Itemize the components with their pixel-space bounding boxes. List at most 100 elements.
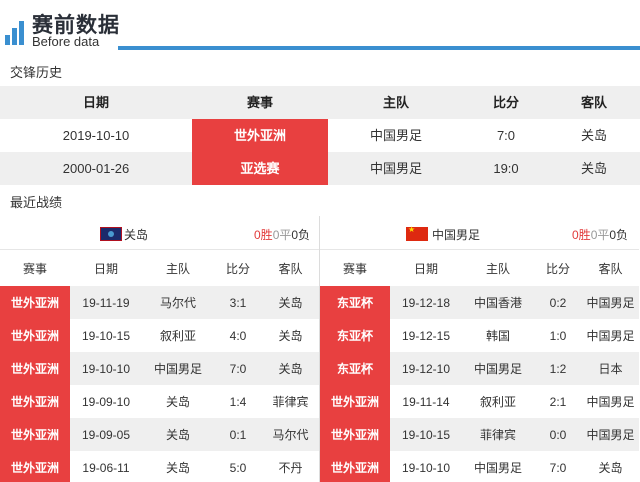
column-header-away: 客队 xyxy=(598,262,623,276)
match-date: 19-10-15 xyxy=(401,427,451,442)
column-header-score: 比分 xyxy=(492,95,519,110)
away-team: 关岛 xyxy=(278,329,303,343)
competition-badge: 世外亚洲 xyxy=(0,451,70,482)
away-team: 关岛 xyxy=(580,161,607,176)
table-row[interactable]: 2019-10-10 世外亚洲 中国男足 7:0 关岛 xyxy=(0,119,640,152)
match-score: 19:0 xyxy=(493,161,519,176)
column-header-date: 日期 xyxy=(413,262,438,276)
column-header-competition: 赛事 xyxy=(246,95,273,110)
column-header-competition: 赛事 xyxy=(342,262,367,276)
home-team: 中国香港 xyxy=(473,296,522,310)
competition-badge: 世外亚洲 xyxy=(0,352,70,385)
column-header-date: 日期 xyxy=(82,95,109,110)
table-row[interactable]: 世外亚洲 19-10-10 中国男足 7:0 关岛 xyxy=(0,352,319,385)
table-row[interactable]: 世外亚洲 19-11-19 马尔代 3:1 关岛 xyxy=(0,286,319,319)
competition-badge: 亚选赛 xyxy=(192,152,328,185)
match-score: 1:2 xyxy=(549,361,567,376)
wins-count: 0胜 xyxy=(572,228,591,242)
recent-table-header: 赛事 日期 主队 比分 客队 xyxy=(320,251,639,286)
table-row[interactable]: 世外亚洲 19-11-14 叙利亚 2:1 中国男足 xyxy=(320,385,639,418)
competition-badge: 世外亚洲 xyxy=(320,451,390,482)
losses-count: 0负 xyxy=(291,228,311,242)
column-header-score: 比分 xyxy=(545,262,570,276)
match-score: 1:0 xyxy=(549,328,567,343)
match-date: 19-09-10 xyxy=(81,394,131,409)
home-team: 关岛 xyxy=(165,395,190,409)
history-table: 日期 赛事 主队 比分 客队 2019-10-10 世外亚洲 中国男足 7:0 … xyxy=(0,86,640,185)
match-score: 4:0 xyxy=(229,328,247,343)
column-header-home: 主队 xyxy=(382,95,409,110)
table-row[interactable]: 世外亚洲 19-10-15 菲律宾 0:0 中国男足 xyxy=(320,418,639,451)
team-record: 0胜0平0负 xyxy=(254,226,310,243)
history-table-header: 日期 赛事 主队 比分 客队 xyxy=(0,86,640,119)
match-date: 19-12-10 xyxy=(401,361,451,376)
match-date: 19-12-18 xyxy=(401,295,451,310)
table-row[interactable]: 2000-01-26 亚选赛 中国男足 19:0 关岛 xyxy=(0,152,640,185)
away-team: 不丹 xyxy=(278,461,303,475)
draws-count: 0平 xyxy=(272,228,292,242)
competition-badge: 世外亚洲 xyxy=(320,418,390,451)
competition-badge: 世外亚洲 xyxy=(192,119,328,152)
column-header-score: 比分 xyxy=(225,262,250,276)
page-subtitle: Before data xyxy=(32,34,100,49)
competition-badge: 世外亚洲 xyxy=(0,418,70,451)
guam-flag-icon xyxy=(100,227,122,241)
competition-badge: 世外亚洲 xyxy=(0,319,70,352)
column-header-away: 客队 xyxy=(580,95,607,110)
recent-section-label: 最近战绩 xyxy=(10,195,63,210)
away-team: 中国男足 xyxy=(586,296,635,310)
bar-chart-icon xyxy=(5,17,29,45)
column-header-home: 主队 xyxy=(485,262,510,276)
column-header-competition: 赛事 xyxy=(22,262,47,276)
match-score: 7:0 xyxy=(496,128,516,143)
competition-badge: 世外亚洲 xyxy=(0,286,70,319)
match-date: 19-10-10 xyxy=(401,460,451,475)
home-team: 中国男足 xyxy=(369,161,422,176)
table-row[interactable]: 世外亚洲 19-06-11 关岛 5:0 不丹 xyxy=(0,451,319,482)
match-score: 3:1 xyxy=(229,295,247,310)
home-team: 关岛 xyxy=(165,428,190,442)
wins-count: 0胜 xyxy=(254,228,273,242)
match-score: 7:0 xyxy=(229,361,247,376)
competition-badge: 世外亚洲 xyxy=(320,385,390,418)
draws-count: 0平 xyxy=(590,228,610,242)
away-team: 马尔代 xyxy=(272,428,309,442)
header-divider xyxy=(118,46,640,50)
home-team: 中国男足 xyxy=(473,362,522,376)
match-date: 19-11-19 xyxy=(82,295,130,310)
match-date: 19-10-10 xyxy=(81,361,131,376)
competition-badge: 世外亚洲 xyxy=(0,385,70,418)
team-bar: 中国男足 0胜0平0负 xyxy=(320,216,639,250)
table-row[interactable]: 东亚杯 19-12-18 中国香港 0:2 中国男足 xyxy=(320,286,639,319)
table-row[interactable]: 东亚杯 19-12-10 中国男足 1:2 日本 xyxy=(320,352,639,385)
away-team: 关岛 xyxy=(278,362,303,376)
away-team: 日本 xyxy=(598,362,623,376)
home-team: 韩国 xyxy=(485,329,510,343)
away-team: 中国男足 xyxy=(586,329,635,343)
match-date: 19-10-15 xyxy=(81,328,131,343)
match-date: 19-06-11 xyxy=(82,460,130,475)
table-row[interactable]: 世外亚洲 19-09-10 关岛 1:4 菲律宾 xyxy=(0,385,319,418)
match-score: 7:0 xyxy=(549,460,567,475)
match-date: 19-12-15 xyxy=(401,328,451,343)
match-score: 5:0 xyxy=(229,460,247,475)
table-row[interactable]: 世外亚洲 19-09-05 关岛 0:1 马尔代 xyxy=(0,418,319,451)
losses-count: 0负 xyxy=(609,228,629,242)
competition-badge: 东亚杯 xyxy=(320,352,390,385)
table-row[interactable]: 世外亚洲 19-10-15 叙利亚 4:0 关岛 xyxy=(0,319,319,352)
team-name: 中国男足 xyxy=(432,228,481,242)
match-score: 0:1 xyxy=(229,427,247,442)
match-score: 1:4 xyxy=(229,394,247,409)
table-row[interactable]: 东亚杯 19-12-15 韩国 1:0 中国男足 xyxy=(320,319,639,352)
away-team: 关岛 xyxy=(580,128,607,143)
competition-badge: 东亚杯 xyxy=(320,319,390,352)
competition-badge: 东亚杯 xyxy=(320,286,390,319)
column-header-date: 日期 xyxy=(93,262,118,276)
match-score: 2:1 xyxy=(549,394,567,409)
home-team: 中国男足 xyxy=(369,128,422,143)
china-flag-icon xyxy=(406,225,428,241)
home-team: 叙利亚 xyxy=(159,329,196,343)
recent-panel-guam: 关岛 0胜0平0负 赛事 日期 主队 比分 客队 世外亚洲 19-11-19 马… xyxy=(0,216,319,482)
match-score: 0:0 xyxy=(549,427,567,442)
table-row[interactable]: 世外亚洲 19-10-10 中国男足 7:0 关岛 xyxy=(320,451,639,482)
